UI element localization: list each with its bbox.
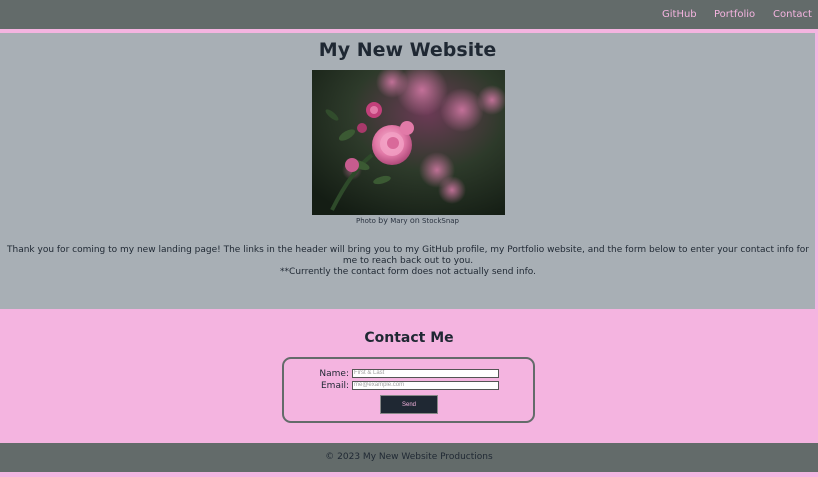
- main-section: My New Website Photo by Mary on StockSna…: [0, 33, 818, 309]
- photo-credit: Photo by Mary on StockSnap: [0, 216, 815, 226]
- photo-credit-by: by: [378, 216, 388, 225]
- footer-copyright: © 2023 My New Website Productions: [325, 452, 493, 462]
- site-footer: © 2023 My New Website Productions: [0, 443, 818, 472]
- hero-image: [312, 70, 505, 215]
- nav-link-github[interactable]: GitHub: [662, 9, 697, 21]
- photo-credit-author[interactable]: Mary: [390, 217, 407, 225]
- contact-section: Contact Me Name: Email: Send: [0, 309, 818, 443]
- name-label: Name:: [319, 369, 349, 379]
- contact-title: Contact Me: [364, 330, 454, 346]
- site-header: GitHub Portfolio Contact: [0, 0, 818, 29]
- rose-photo-icon: [312, 70, 505, 215]
- intro-paragraph: Thank you for coming to my new landing p…: [7, 245, 809, 266]
- intro-text: Thank you for coming to my new landing p…: [4, 245, 812, 278]
- send-button[interactable]: Send: [380, 395, 438, 414]
- name-field[interactable]: [352, 369, 499, 378]
- footer-accent-strip: [0, 472, 818, 477]
- photo-credit-on: on: [409, 216, 420, 225]
- photo-credit-source[interactable]: StockSnap: [422, 217, 459, 225]
- email-label: Email:: [320, 381, 349, 391]
- page: GitHub Portfolio Contact My New Website: [0, 0, 818, 477]
- nav-link-portfolio[interactable]: Portfolio: [714, 9, 755, 21]
- page-title: My New Website: [318, 39, 497, 61]
- email-field[interactable]: [352, 381, 499, 390]
- nav-link-contact[interactable]: Contact: [773, 9, 812, 21]
- contact-form: Name: Email: Send: [282, 357, 535, 423]
- photo-credit-prefix: Photo: [355, 217, 376, 225]
- intro-disclaimer: **Currently the contact form does not ac…: [280, 267, 536, 277]
